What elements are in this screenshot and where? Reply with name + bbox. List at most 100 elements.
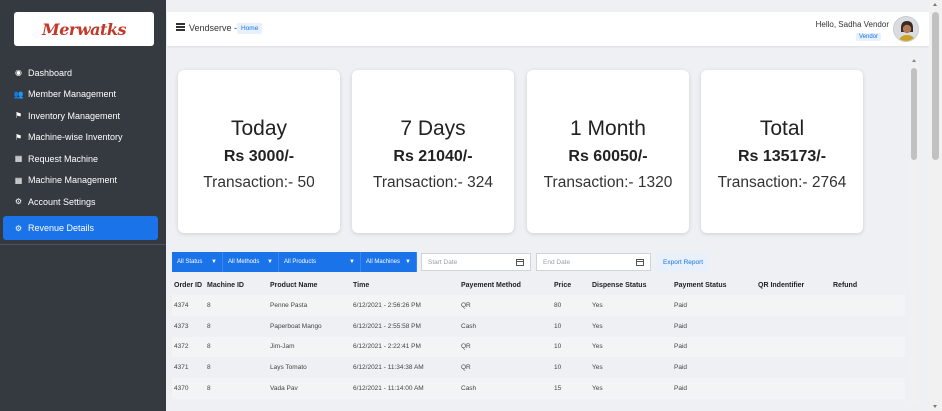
user-greeting: Hello, Sadha Vendor: [815, 20, 889, 29]
sidebar-item-label: Machine Management: [28, 175, 118, 186]
table-icon: ▦: [14, 154, 23, 164]
cell-product-name: Lays Tomato: [270, 364, 307, 372]
cell-payment-method: QR: [461, 364, 471, 372]
card-amount: Rs 3000/-: [223, 148, 295, 165]
scroll-up-arrow-icon[interactable]: [911, 59, 916, 62]
cell-payment-method: QR: [461, 301, 471, 309]
sidebar-item-revenue-details[interactable]: ⚙ Revenue Details: [3, 216, 158, 240]
product-filter-select[interactable]: All Products ▼: [279, 252, 361, 272]
brand-title: Vendserve -: [189, 23, 238, 33]
cell-dispense-status: Yes: [592, 343, 603, 351]
sidebar: Merwatks ◉ Dashboard 👥 Member Management…: [0, 0, 166, 411]
app-root: Merwatks ◉ Dashboard 👥 Member Management…: [0, 0, 942, 411]
cell-payment-method: Cash: [461, 322, 477, 330]
end-date-input[interactable]: End Date: [536, 253, 651, 271]
cell-order-id: 4371: [174, 364, 189, 372]
table-row[interactable]: 4370 8 Vada Pav 6/12/2021 - 11:14:00 AM …: [172, 378, 905, 399]
stat-card-today: Today Rs 3000/- Transaction:- 50: [178, 70, 340, 233]
chevron-down-icon: ▼: [211, 259, 217, 265]
sidebar-item-machine-management[interactable]: ▦ Machine Management: [0, 170, 166, 192]
cell-order-id: 4370: [174, 385, 189, 393]
start-date-input[interactable]: Start Date: [421, 253, 531, 271]
col-header: Order ID: [174, 281, 203, 289]
scroll-down-arrow-icon[interactable]: [933, 405, 937, 408]
select-value: All Status: [177, 259, 203, 265]
hamburger-menu-icon[interactable]: [176, 23, 185, 31]
col-header: Machine ID: [207, 281, 244, 289]
content-scrollbar-thumb[interactable]: [911, 68, 917, 160]
card-transactions: Transaction:- 1320: [543, 174, 673, 191]
users-icon: 👥: [13, 89, 24, 99]
cogs-icon: ⚙: [14, 197, 23, 207]
calendar-icon[interactable]: [516, 258, 524, 266]
sidebar-item-label: Member Management: [28, 89, 117, 100]
card-transactions: Transaction:- 2764: [717, 174, 847, 191]
col-header: QR Indentifier: [758, 281, 805, 289]
col-header: Time: [353, 281, 370, 289]
sidebar-item-member-management[interactable]: 👥 Member Management: [0, 84, 166, 106]
export-report-button[interactable]: Export Report: [657, 254, 710, 271]
cell-price: 10: [554, 364, 562, 372]
col-header: Refund: [833, 281, 858, 289]
col-header: Payement Method: [461, 281, 521, 289]
card-transactions: Transaction:- 50: [203, 174, 315, 191]
calendar-icon[interactable]: [636, 258, 644, 266]
scroll-up-arrow-icon[interactable]: [933, 3, 937, 6]
cell-price: 80: [554, 301, 562, 309]
cell-order-id: 4372: [174, 343, 189, 351]
sidebar-item-request-machine[interactable]: ▦ Request Machine: [0, 148, 166, 170]
table-icon: ▦: [14, 175, 23, 185]
avatar[interactable]: [893, 16, 919, 42]
stat-card-total: Total Rs 135173/- Transaction:- 2764: [701, 70, 863, 233]
cell-product-name: Penne Pasta: [270, 301, 308, 309]
table-row[interactable]: 4371 8 Lays Tomato 6/12/2021 - 11:34:38 …: [172, 357, 905, 378]
sidebar-item-account-settings[interactable]: ⚙ Account Settings: [0, 191, 166, 213]
content-scrollbar[interactable]: [910, 56, 918, 405]
stat-card-7-days: 7 Days Rs 21040/- Transaction:- 324: [352, 70, 514, 233]
cell-time: 6/12/2021 - 11:34:38 AM: [353, 364, 424, 372]
cell-order-id: 4374: [174, 301, 189, 309]
card-period: Today: [230, 117, 288, 140]
machine-filter-select[interactable]: All Machines ▼: [361, 252, 417, 272]
sidebar-item-label: Inventory Management: [28, 110, 121, 121]
cell-product-name: Vada Pav: [270, 385, 298, 393]
method-filter-select[interactable]: All Methods ▼: [223, 252, 279, 272]
filter-bar: All Status ▼ All Methods ▼ All Products ▼ A…: [172, 252, 417, 272]
select-value: All Methods: [228, 259, 260, 265]
select-value: All Products: [284, 259, 317, 265]
sidebar-item-label: Dashboard: [28, 67, 73, 78]
cell-payment-method: QR: [461, 343, 471, 351]
sidebar-item-dashboard[interactable]: ◉ Dashboard: [0, 62, 166, 84]
sidebar-nav: ◉ Dashboard 👥 Member Management ⚑ Invent…: [0, 62, 166, 213]
card-period: 1 Month: [570, 117, 646, 140]
chevron-down-icon: ▼: [267, 259, 273, 265]
logo[interactable]: Merwatks: [14, 12, 154, 46]
breadcrumb-home[interactable]: Home: [237, 23, 263, 34]
table-body: 4374 8 Penne Pasta 6/12/2021 - 2:56:26 P…: [172, 295, 905, 399]
card-period: Total: [759, 117, 805, 140]
cell-payment-status: Paid: [674, 364, 688, 372]
table-row[interactable]: 4374 8 Penne Pasta 6/12/2021 - 2:56:26 P…: [172, 295, 905, 316]
sidebar-item-inventory-management[interactable]: ⚑ Inventory Management: [0, 105, 166, 127]
card-amount: Rs 60050/-: [568, 148, 648, 165]
table-row[interactable]: 4373 8 Paperboat Mango 6/12/2021 - 2:55:…: [172, 316, 905, 337]
start-date-placeholder: Start Date: [428, 258, 458, 266]
select-value: All Machines: [366, 259, 401, 265]
cell-payment-status: Paid: [674, 301, 688, 309]
page-scrollbar-thumb[interactable]: [932, 12, 939, 160]
sidebar-item-label: Request Machine: [28, 153, 99, 164]
cell-time: 6/12/2021 - 2:22:41 PM: [353, 343, 421, 351]
cell-dispense-status: Yes: [592, 385, 603, 393]
table-row[interactable]: 4372 8 Jim-Jam 6/12/2021 - 2:22:41 PM QR…: [172, 336, 905, 358]
cogs-icon: ⚙: [14, 223, 23, 233]
status-filter-select[interactable]: All Status ▼: [172, 252, 223, 272]
cell-machine-id: 8: [207, 322, 211, 330]
cell-time: 6/12/2021 - 11:14:00 AM: [353, 385, 424, 393]
page-scrollbar[interactable]: [929, 0, 942, 411]
col-header: Price: [554, 281, 572, 289]
col-header: Product Name: [270, 281, 318, 289]
sidebar-divider: [0, 244, 166, 245]
box-icon: ⚑: [14, 111, 23, 121]
sidebar-item-machine-wise-inventory[interactable]: ⚑ Machine-wise Inventory: [0, 127, 166, 149]
stat-card-1-month: 1 Month Rs 60050/- Transaction:- 1320: [527, 70, 689, 233]
